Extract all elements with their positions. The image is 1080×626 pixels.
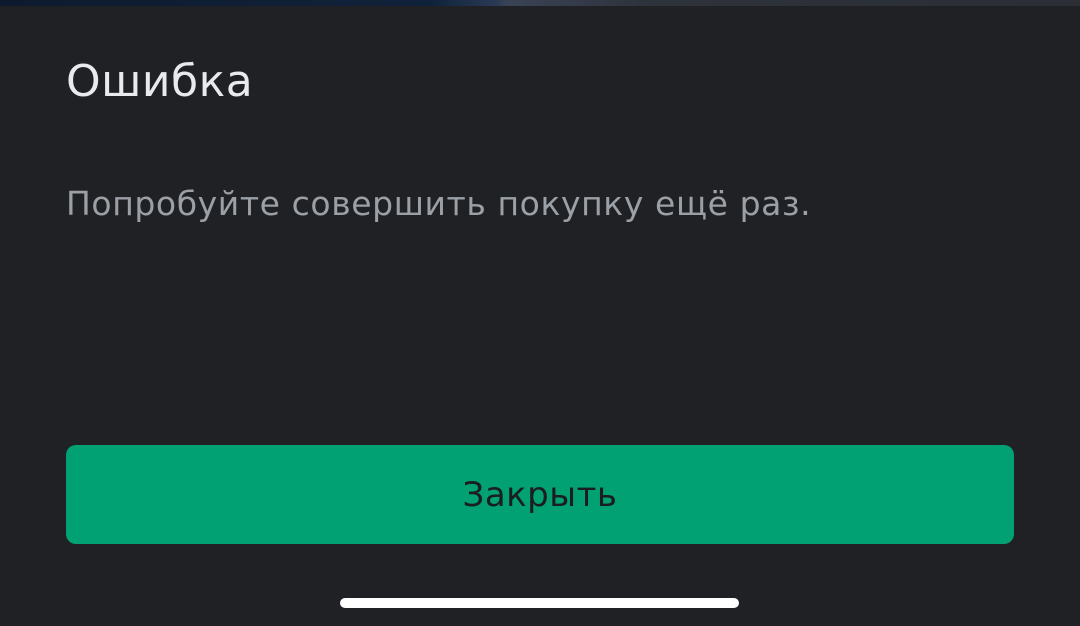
dialog-title: Ошибка — [66, 56, 254, 107]
close-button[interactable]: Закрыть — [66, 445, 1014, 544]
home-indicator[interactable] — [340, 598, 739, 608]
background-app-strip — [0, 0, 1080, 6]
dialog-message: Попробуйте совершить покупку ещё раз. — [66, 184, 812, 223]
error-dialog-screen: Ошибка Попробуйте совершить покупку ещё … — [0, 0, 1080, 626]
